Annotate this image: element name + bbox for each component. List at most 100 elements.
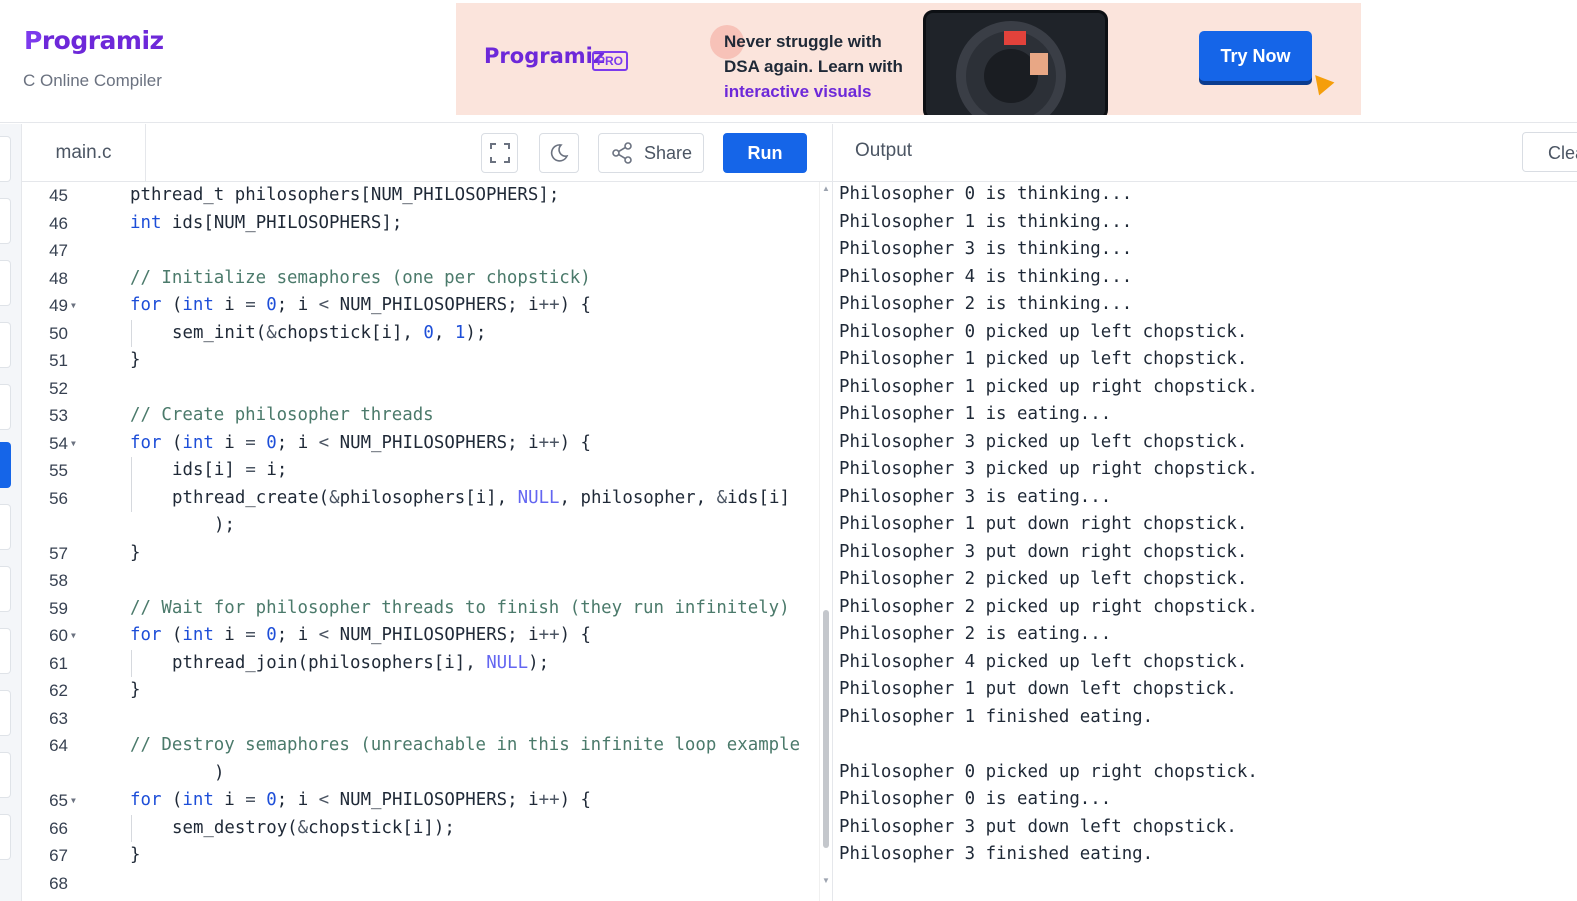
line-number: 68	[49, 873, 68, 893]
code-line[interactable]: 45 pthread_t philosophers[NUM_PHILOSOPHER…	[22, 182, 817, 210]
line-number: 51	[49, 351, 68, 370]
code-text: // Wait for philosopher threads to finis…	[130, 597, 790, 618]
scroll-down-icon[interactable]: ▼	[822, 876, 830, 885]
line-number: 50	[49, 323, 68, 343]
code-line[interactable]: 53 // Create philosopher threads	[22, 402, 817, 430]
code-line[interactable]: 51}	[22, 347, 817, 375]
fullscreen-button[interactable]	[481, 133, 518, 173]
sidebar-language-item[interactable]	[0, 198, 11, 244]
output-line: Philosopher 1 is eating...	[839, 404, 1112, 424]
code-line[interactable]: 54 ▼ for (int i = 0; i < NUM_PHILOSOPHERS;…	[22, 430, 817, 458]
code-line[interactable]: 60 ▼ for (int i = 0; i < NUM_PHILOSOPHERS;…	[22, 622, 817, 650]
sidebar-language-item[interactable]	[0, 566, 11, 612]
code-line[interactable]: 63	[22, 705, 817, 733]
fold-arrow-icon[interactable]: ▼	[71, 787, 76, 815]
output-line: Philosopher 0 is eating...	[839, 789, 1112, 809]
code-line[interactable]: 64 // Destroy semaphores (unreachable in …	[22, 732, 817, 760]
sidebar-language-item[interactable]	[0, 260, 11, 306]
code-line[interactable]: 65 ▼ for (int i = 0; i < NUM_PHILOSOPHERS;…	[22, 787, 817, 815]
output-line: Philosopher 3 picked up right chopstick.	[839, 459, 1258, 479]
code-line[interactable]: )	[22, 760, 817, 788]
output-line: Philosopher 0 picked up left chopstick.	[839, 321, 1248, 342]
ad-banner[interactable]: Programiz PRO Never struggle with DSA ag…	[456, 3, 1361, 115]
output-header: Output Clear	[832, 124, 1577, 182]
output-line: Philosopher 2 picked up left chopstick.	[839, 569, 1248, 589]
fold-arrow-icon[interactable]: ▼	[71, 292, 76, 320]
code-text: sem_destroy(&chopstick[i]);	[172, 817, 455, 838]
code-text: pthread_t philosophers[NUM_PHILOSOPHERS]…	[130, 185, 560, 205]
clear-button[interactable]: Clear	[1522, 132, 1577, 172]
file-tab-main-c[interactable]: main.c	[22, 124, 146, 182]
share-button[interactable]: Share	[598, 133, 704, 173]
programiz-logo[interactable]: Programiz	[24, 26, 164, 55]
code-line[interactable]: 52	[22, 375, 817, 403]
code-line[interactable]: 47	[22, 237, 817, 265]
dark-mode-button[interactable]	[539, 133, 579, 173]
output-line: Philosopher 1 put down right chopstick.	[839, 514, 1248, 534]
share-icon	[612, 142, 632, 164]
code-line[interactable]: 67}	[22, 842, 817, 870]
code-line[interactable]: 66 sem_destroy(&chopstick[i]);	[22, 814, 817, 842]
output-line: Philosopher 4 picked up left chopstick.	[839, 651, 1248, 672]
code-line[interactable]: 56 pthread_create(&philosophers[i], NULL,…	[22, 484, 817, 512]
site-header: Programiz C Online Compiler Programiz PR…	[0, 0, 1577, 123]
code-text: }	[130, 845, 141, 865]
code-text: }	[130, 680, 141, 700]
code-line[interactable]: 55 ids[i] = i;	[22, 457, 817, 485]
sidebar-language-item[interactable]	[0, 690, 11, 736]
editor-toolbar: main.c Share Run	[22, 124, 832, 182]
fold-arrow-icon[interactable]: ▼	[71, 622, 76, 650]
line-number: 63	[49, 708, 68, 728]
scroll-up-icon[interactable]: ▲	[822, 184, 830, 193]
code-line[interactable]: );	[22, 512, 817, 540]
language-sidebar	[0, 124, 22, 901]
run-button[interactable]: Run	[723, 133, 807, 173]
ad-text: Never struggle with DSA again. Learn wit…	[724, 29, 903, 104]
line-number: 62	[49, 681, 68, 700]
sidebar-language-item[interactable]	[0, 752, 11, 798]
code-line[interactable]: 48 // Initialize semaphores (one per chop…	[22, 265, 817, 293]
code-line[interactable]: 50 sem_init(&chopstick[i], 0, 1);	[22, 319, 817, 347]
output-line: Philosopher 2 is thinking...	[839, 294, 1133, 314]
code-text: for (int i = 0; i < NUM_PHILOSOPHERS; i+…	[130, 295, 592, 315]
sidebar-language-item[interactable]	[0, 384, 11, 430]
code-line[interactable]: 68	[22, 870, 817, 898]
editor-scrollbar[interactable]: ▲ ▼	[819, 182, 832, 901]
output-line: Philosopher 3 put down left chopstick.	[839, 816, 1237, 837]
code-line[interactable]: 57}	[22, 540, 817, 568]
code-text: )	[214, 762, 225, 783]
share-label: Share	[643, 142, 693, 163]
output-lines: Philosopher 0 is thinking... Philosopher …	[839, 182, 1258, 869]
code-line[interactable]: 46 int ids[NUM_PHILOSOPHERS];	[22, 210, 817, 238]
code-text: // Destroy semaphores (unreachable in th…	[130, 735, 801, 755]
fold-arrow-icon[interactable]: ▼	[71, 430, 76, 458]
code-line[interactable]: 49 ▼ for (int i = 0; i < NUM_PHILOSOPHERS;…	[22, 292, 817, 320]
code-line[interactable]: 59 // Wait for philosopher threads to fin…	[22, 595, 817, 623]
ad-line-1: Never struggle with	[724, 32, 882, 51]
output-console: Philosopher 0 is thinking... Philosopher …	[832, 182, 1577, 901]
output-line: Philosopher 1 picked up left chopstick.	[839, 349, 1248, 369]
sidebar-language-item-active[interactable]	[0, 442, 11, 488]
line-number: 61	[49, 653, 68, 673]
line-number: 65	[49, 791, 68, 810]
sidebar-language-item[interactable]	[0, 136, 11, 182]
sidebar-language-item[interactable]	[0, 628, 11, 674]
line-number: 53	[49, 406, 68, 425]
sidebar-language-item[interactable]	[0, 814, 11, 860]
line-number: 58	[49, 571, 68, 590]
code-line[interactable]: 62}	[22, 677, 817, 705]
line-number: 48	[49, 268, 68, 288]
code-lines[interactable]: 45 pthread_t philosophers[NUM_PHILOSOPHER…	[22, 182, 817, 897]
editor-scroll-thumb[interactable]	[823, 610, 829, 848]
line-number: 59	[49, 598, 68, 618]
sidebar-language-item[interactable]	[0, 322, 11, 368]
try-now-button[interactable]: Try Now	[1199, 31, 1312, 81]
code-line[interactable]: 58	[22, 567, 817, 595]
output-line: Philosopher 3 is eating...	[839, 486, 1112, 507]
line-number: 46	[49, 213, 68, 233]
code-editor[interactable]: 45 pthread_t philosophers[NUM_PHILOSOPHER…	[22, 182, 832, 901]
sidebar-language-item[interactable]	[0, 504, 11, 550]
line-number: 57	[49, 543, 68, 563]
code-line[interactable]: 61 pthread_join(philosophers[i], NULL);	[22, 649, 817, 677]
